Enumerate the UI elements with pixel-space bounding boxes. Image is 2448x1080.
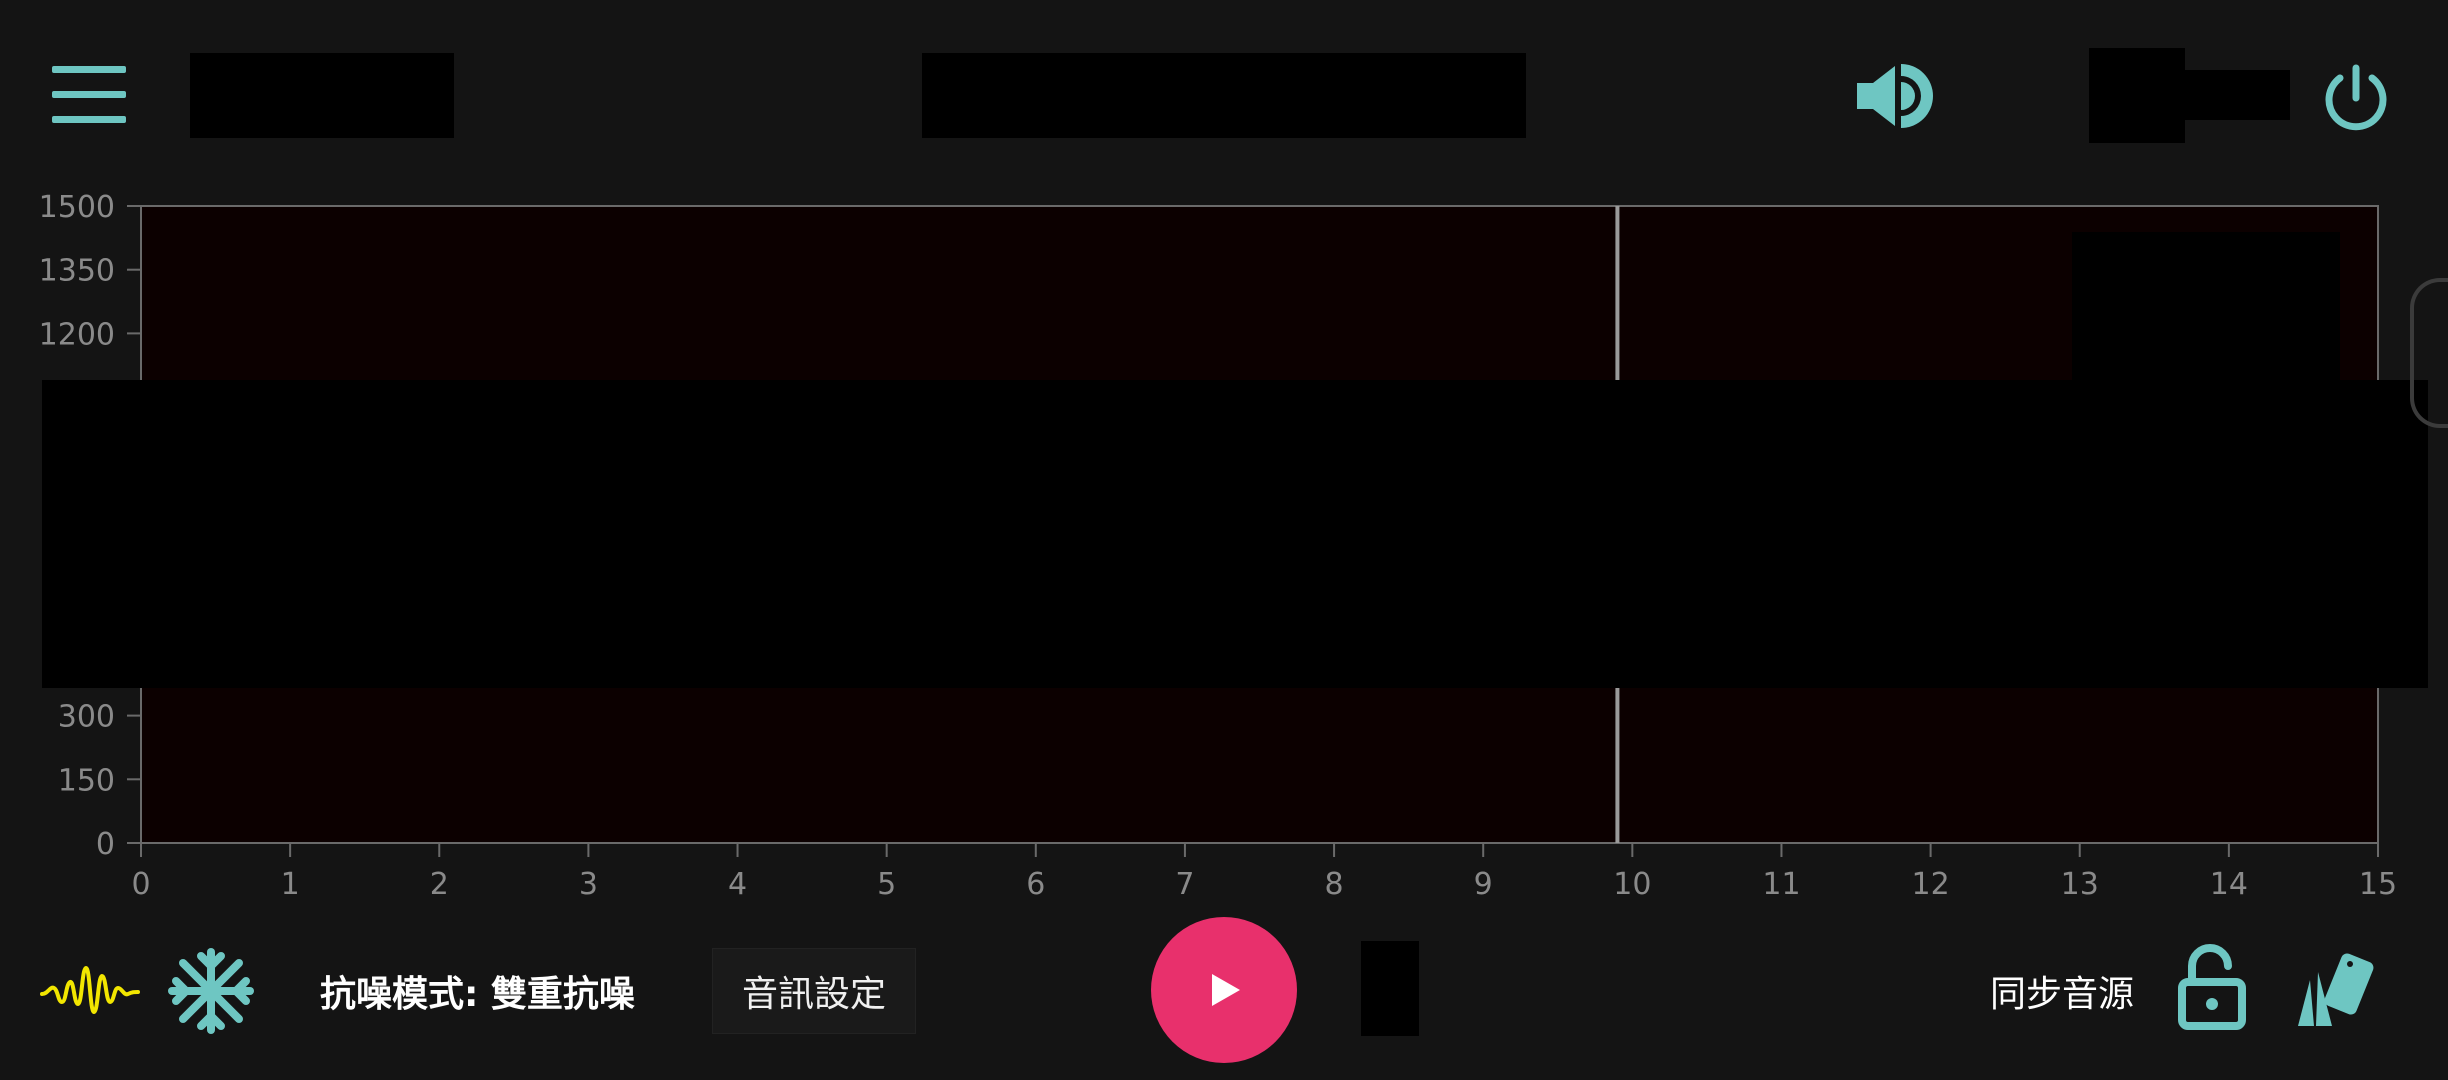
x-tick-label: 7 [1175, 867, 1194, 900]
x-tick-label: 6 [1026, 867, 1045, 900]
redacted-status-value [2185, 70, 2290, 120]
x-tick-label: 2 [430, 867, 449, 900]
power-icon[interactable] [2320, 62, 2392, 134]
sync-audio-source-button[interactable]: 同步音源 [1990, 965, 2134, 1017]
audio-settings-label: 音訊設定 [741, 974, 886, 1015]
volume-icon[interactable] [1855, 58, 1935, 134]
x-axis: 0 1 2 3 4 5 6 7 8 9 10 11 12 13 14 15 [131, 843, 2397, 900]
x-tick-label: 13 [2061, 867, 2099, 900]
redacted-status-block [2089, 48, 2185, 143]
y-tick-label: 1200 [39, 317, 115, 352]
audio-settings-button[interactable]: 音訊設定 [712, 948, 916, 1034]
x-tick-label: 3 [579, 867, 598, 900]
x-tick-label: 9 [1474, 867, 1493, 900]
waveform-icon[interactable] [40, 958, 140, 1024]
redacted-play-extra [1361, 941, 1419, 1036]
x-tick-label: 14 [2210, 867, 2248, 900]
y-tick-label: 300 [58, 700, 115, 735]
unlock-icon[interactable] [2176, 944, 2248, 1030]
redacted-app-title [190, 53, 454, 138]
cards-icon[interactable] [2288, 950, 2378, 1030]
x-tick-label: 8 [1325, 867, 1344, 900]
x-tick-label: 12 [1912, 867, 1950, 900]
x-tick-label: 15 [2359, 867, 2397, 900]
y-tick-label: 0 [96, 827, 115, 862]
x-tick-label: 11 [1762, 867, 1800, 900]
redacted-legend [2072, 232, 2340, 382]
x-tick-label: 4 [728, 867, 747, 900]
y-tick-label: 1350 [39, 254, 115, 289]
noise-mode-label[interactable]: 抗噪模式: 雙重抗噪 [320, 965, 635, 1017]
redacted-spectrogram-band [42, 380, 2428, 688]
y-tick-label: 1500 [39, 190, 115, 225]
play-button[interactable] [1151, 917, 1297, 1063]
play-icon [1212, 974, 1240, 1006]
menu-icon[interactable] [52, 66, 126, 124]
redacted-center-title [922, 53, 1526, 138]
x-tick-label: 5 [877, 867, 896, 900]
x-tick-label: 0 [131, 867, 150, 900]
y-tick-label: 150 [58, 763, 115, 798]
snowflake-icon[interactable] [168, 948, 254, 1034]
x-tick-label: 1 [281, 867, 300, 900]
x-tick-label: 10 [1613, 867, 1651, 900]
side-drawer-handle[interactable] [2410, 278, 2448, 428]
